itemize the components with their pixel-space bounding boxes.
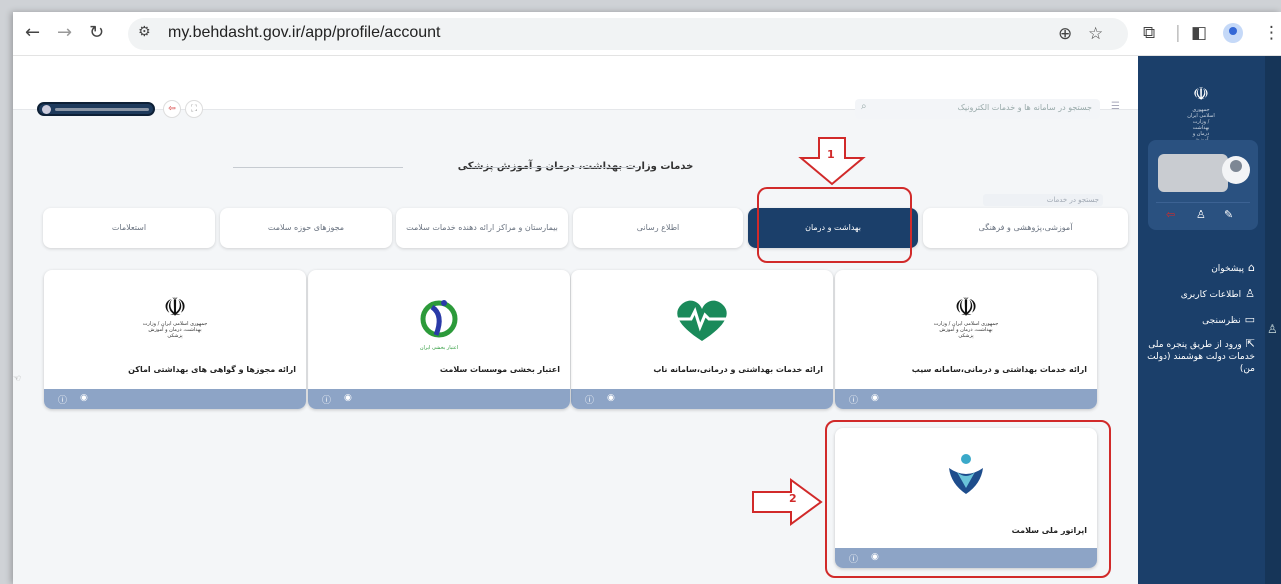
reload-icon[interactable]: ↻ [89,23,104,43]
eye-icon[interactable]: ◉ [871,393,879,403]
card-footer: ⓘ ◉ [44,389,306,409]
user-name-placeholder [1158,154,1228,192]
eye-icon[interactable]: ◉ [80,393,88,403]
iran-emblem-icon: ☫ جمهوری اسلامی ایران / وزارت بهداشت، درم… [933,293,999,339]
tab-education[interactable]: آموزشی،پژوهشی و فرهنگی [923,208,1128,248]
arrow-down-annotation [797,136,867,190]
external-link-icon: ⇱ [1245,337,1255,350]
divider: | [1175,23,1181,43]
sidebar: ☫ جمهوری اسلامی ایران / وزارت بهداشت درما… [1138,56,1265,584]
arrow-right-annotation [751,478,823,530]
tab-hospitals[interactable]: بیمارستان و مراکز ارائه دهنده خدمات سلام… [396,208,568,248]
info-icon[interactable]: ⓘ [58,393,67,406]
sidebar-strip [1265,56,1281,584]
tab-licenses[interactable]: مجوزهای حوزه سلامت [220,208,392,248]
browser-toolbar: ← → ↻ ⚙ my.behdasht.gov.ir/app/profile/a… [13,12,1281,56]
address-bar[interactable]: ⚙ my.behdasht.gov.ir/app/profile/account… [128,18,1128,50]
step-number-1: 1 [827,148,835,161]
more-icon[interactable]: ⋮ [1263,23,1280,43]
highlight-box-1 [757,187,912,263]
feedback-icon[interactable]: ☜ [13,374,21,384]
avatar[interactable] [1222,156,1250,184]
sidebar-item-dashboard[interactable]: ⌂پیشخوان [1143,262,1255,275]
star-icon[interactable]: ☆ [1088,24,1103,44]
profile-icon[interactable] [1223,23,1243,43]
service-card-accreditation[interactable]: اعتبار بخشی ایران اعتبار بخشی موسسات سلا… [308,270,570,409]
eye-icon[interactable]: ◉ [344,393,352,403]
step-number-2: 2 [789,492,797,505]
profile-card: ⇦ ♙ ✎ [1148,140,1258,230]
section-title: خدمات وزارت بهداشت، درمان و آموزش پزشکی [13,161,1138,172]
search-input[interactable]: ⌕ جستجو در سامانه ها و خدمات الکترونیک [855,99,1100,119]
logout-icon[interactable]: ⇦ [163,100,181,118]
tune-icon[interactable]: ⚙ [138,24,160,44]
fullscreen-icon[interactable]: ⛶ [185,100,203,118]
service-search-input[interactable]: جستجو در خدمات [983,194,1103,206]
home-icon: ⌂ [1248,261,1255,274]
accreditation-icon: اعتبار بخشی ایران [404,295,474,351]
user-icon: ♙ [1245,287,1255,300]
iran-emblem-icon: ☫ جمهوری اسلامی ایران / وزارت بهداشت، درم… [142,293,208,339]
extensions-icon[interactable]: ⧉ [1143,23,1155,43]
search-icon[interactable]: ⌕ [861,101,867,112]
info-icon[interactable]: ⓘ [849,393,858,406]
forward-icon[interactable]: → [57,23,72,43]
sidebar-item-survey[interactable]: ▭نظرسنجی [1143,314,1255,327]
card-title: ارائه خدمات بهداشتی و درمانی،سامانه سیب [911,365,1087,374]
sidepanel-icon[interactable]: ◧ [1191,23,1207,43]
sidebar-item-user-info[interactable]: ♙اطلاعات کاربری [1143,288,1255,301]
user-icon[interactable]: ♙ [1267,322,1278,336]
edit-icon[interactable]: ✎ [1224,208,1233,221]
tab-inquiries[interactable]: استعلامات [43,208,215,248]
logout-icon[interactable]: ⇦ [1166,208,1175,221]
comment-icon: ▭ [1244,313,1255,326]
card-title: ارائه مجوزها و گواهی های بهداشتی اماکن [128,365,296,374]
info-icon[interactable]: ⓘ [585,393,594,406]
highlight-box-2 [825,420,1111,578]
service-card-nab[interactable]: ارائه خدمات بهداشتی و درمانی،سامانه ناب … [571,270,833,409]
card-footer: ⓘ ◉ [308,389,570,409]
tab-information[interactable]: اطلاع رسانی [573,208,743,248]
service-card-licenses[interactable]: ☫ جمهوری اسلامی ایران / وزارت بهداشت، درم… [44,270,306,409]
user-menu[interactable] [37,102,155,116]
screenshot-frame: ← → ↻ ⚙ my.behdasht.gov.ir/app/profile/a… [13,12,1281,584]
card-footer: ⓘ ◉ [835,389,1097,409]
sidebar-item-dolat-man[interactable]: ⇱ورود از طریق پنجره ملی خدمات دولت هوشمن… [1143,338,1255,375]
app-header: ⇦ ⛶ ⌕ جستجو در سامانه ها و خدمات الکترون… [13,56,1138,119]
service-card-sib[interactable]: ☫ جمهوری اسلامی ایران / وزارت بهداشت، درم… [835,270,1097,409]
card-title: اعتبار بخشی موسسات سلامت [439,365,560,374]
back-icon[interactable]: ← [25,23,40,43]
info-icon[interactable]: ⓘ [322,393,331,406]
user-avatar-icon [42,105,51,114]
url-text[interactable]: my.behdasht.gov.ir/app/profile/account [168,24,440,42]
user-icon[interactable]: ♙ [1196,208,1206,221]
card-footer: ⓘ ◉ [571,389,833,409]
zoom-icon[interactable]: ⊕ [1058,24,1072,44]
menu-icon[interactable]: ☰ [1111,101,1120,112]
card-title: ارائه خدمات بهداشتی و درمانی،سامانه ناب [653,365,823,374]
eye-icon[interactable]: ◉ [607,393,615,403]
heart-pulse-icon [667,295,737,345]
